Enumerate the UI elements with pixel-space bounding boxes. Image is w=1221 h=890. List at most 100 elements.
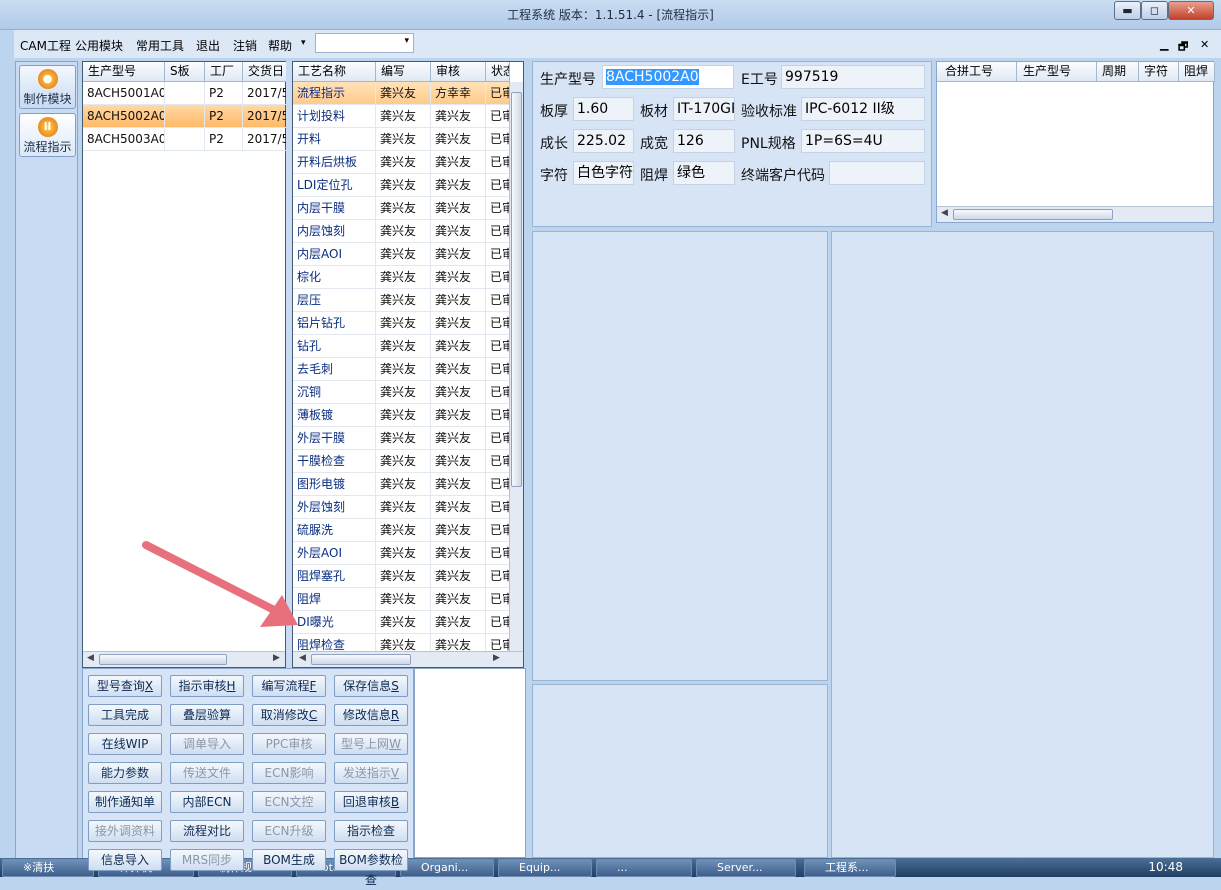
action-button[interactable]: 指示审核H: [170, 675, 244, 697]
table-row[interactable]: 图形电镀龚兴友龚兴友已审: [293, 473, 510, 496]
scroll-thumb[interactable]: [99, 654, 227, 665]
table-row[interactable]: 沉铜龚兴友龚兴友已审: [293, 381, 510, 404]
table-cell[interactable]: 2017/5: [243, 82, 287, 105]
table-cell[interactable]: 龚兴友: [376, 335, 431, 358]
table-cell[interactable]: 龚兴友: [431, 335, 486, 358]
table-cell[interactable]: 龚兴友: [376, 266, 431, 289]
table-cell[interactable]: 已审: [486, 611, 510, 634]
table-cell[interactable]: 图形电镀: [293, 473, 376, 496]
table-cell[interactable]: 8ACH5002A0: [83, 105, 165, 128]
table-cell[interactable]: 2017/5: [243, 105, 287, 128]
table-cell[interactable]: 龚兴友: [431, 450, 486, 473]
table-cell[interactable]: 龚兴友: [431, 565, 486, 588]
action-button[interactable]: 编写流程F: [252, 675, 326, 697]
chevron-down-icon[interactable]: ▾: [301, 38, 306, 48]
table-cell[interactable]: 龚兴友: [431, 519, 486, 542]
table-row[interactable]: 薄板镀龚兴友龚兴友已审: [293, 404, 510, 427]
table-cell[interactable]: 龚兴友: [431, 312, 486, 335]
vertical-scrollbar[interactable]: [509, 82, 523, 651]
taskbar-item[interactable]: 工程系...: [804, 859, 896, 877]
table-row[interactable]: 内层蚀刻龚兴友龚兴友已审: [293, 220, 510, 243]
table-cell[interactable]: 已审: [486, 519, 510, 542]
scroll-thumb[interactable]: [311, 654, 411, 665]
action-button[interactable]: ECN影响: [252, 762, 326, 784]
material-field[interactable]: IT-170GRA1: [673, 97, 735, 121]
table-cell[interactable]: 层压: [293, 289, 376, 312]
table-cell[interactable]: 龚兴友: [376, 588, 431, 611]
table-row[interactable]: 阻焊龚兴友龚兴友已审: [293, 588, 510, 611]
table-row[interactable]: 计划投料龚兴友龚兴友已审: [293, 105, 510, 128]
taskbar-item[interactable]: Server...: [696, 859, 796, 877]
action-button[interactable]: ECN升级: [252, 820, 326, 842]
table-cell[interactable]: 龚兴友: [376, 220, 431, 243]
table-cell[interactable]: 龚兴友: [376, 358, 431, 381]
scroll-thumb[interactable]: [953, 209, 1113, 220]
table-cell[interactable]: 龚兴友: [431, 220, 486, 243]
table-cell[interactable]: [165, 128, 205, 151]
table-cell[interactable]: 龚兴友: [376, 105, 431, 128]
table-cell[interactable]: 龚兴友: [376, 427, 431, 450]
action-button[interactable]: 取消修改C: [252, 704, 326, 726]
table-cell[interactable]: 已审: [486, 335, 510, 358]
table-cell[interactable]: 已审: [486, 565, 510, 588]
table-row[interactable]: 内层干膜龚兴友龚兴友已审: [293, 197, 510, 220]
mdi-close-button[interactable]: ✕: [1200, 38, 1209, 51]
action-button[interactable]: 型号查询X: [88, 675, 162, 697]
table-row[interactable]: 8ACH5003A0 P2 2017/5: [83, 128, 287, 151]
table-cell[interactable]: 2017/5: [243, 128, 287, 151]
action-button[interactable]: 发送指示V: [334, 762, 408, 784]
table-cell[interactable]: 龚兴友: [376, 404, 431, 427]
menu-logout[interactable]: 注销: [233, 37, 257, 54]
taskbar-item[interactable]: ...: [596, 859, 692, 877]
table-row[interactable]: LDI定位孔龚兴友龚兴友已审: [293, 174, 510, 197]
close-button[interactable]: ✕: [1168, 1, 1214, 20]
pnl-field[interactable]: 1P=6S=4U: [801, 129, 925, 153]
action-button[interactable]: 流程对比: [170, 820, 244, 842]
table-cell[interactable]: 铝片钻孔: [293, 312, 376, 335]
menu-common-modules[interactable]: 公用模块: [75, 37, 123, 54]
table-cell[interactable]: [165, 105, 205, 128]
table-cell[interactable]: P2: [205, 105, 243, 128]
table-cell[interactable]: 已审: [486, 82, 510, 105]
table-cell[interactable]: 已审: [486, 496, 510, 519]
taskbar-item[interactable]: ※清扶: [2, 859, 94, 877]
eno-field[interactable]: 997519: [781, 65, 925, 89]
action-button[interactable]: 调单导入: [170, 733, 244, 755]
action-button[interactable]: BOM生成: [252, 849, 326, 871]
table-cell[interactable]: 龚兴友: [431, 381, 486, 404]
nav-process-instruction[interactable]: ll 流程指示: [19, 113, 76, 157]
table-cell[interactable]: 已审: [486, 174, 510, 197]
action-button[interactable]: 制作通知单: [88, 791, 162, 813]
table-cell[interactable]: 龚兴友: [376, 289, 431, 312]
table-row[interactable]: 棕化龚兴友龚兴友已审: [293, 266, 510, 289]
col-header[interactable]: 生产型号: [1017, 62, 1097, 82]
action-button[interactable]: 回退审核B: [334, 791, 408, 813]
col-header[interactable]: 交货日: [243, 62, 287, 82]
col-header[interactable]: 合拼工号: [937, 62, 1017, 82]
table-cell[interactable]: 龚兴友: [431, 588, 486, 611]
table-cell[interactable]: 薄板镀: [293, 404, 376, 427]
col-header[interactable]: 工厂: [205, 62, 243, 82]
table-cell[interactable]: 龚兴友: [376, 565, 431, 588]
arrow-left-icon[interactable]: ◀: [299, 653, 306, 663]
table-cell[interactable]: 开料后烘板: [293, 151, 376, 174]
table-cell[interactable]: 外层蚀刻: [293, 496, 376, 519]
action-button[interactable]: 指示检查: [334, 820, 408, 842]
table-cell[interactable]: 沉铜: [293, 381, 376, 404]
length-field[interactable]: 225.02: [573, 129, 634, 153]
table-cell[interactable]: 龚兴友: [431, 105, 486, 128]
horizontal-scrollbar[interactable]: ◀: [937, 206, 1213, 222]
table-row[interactable]: 去毛刺龚兴友龚兴友已审: [293, 358, 510, 381]
action-button[interactable]: 型号上网W: [334, 733, 408, 755]
arrow-right-icon[interactable]: ▶: [273, 653, 280, 663]
table-cell[interactable]: 已审: [486, 243, 510, 266]
action-button[interactable]: 叠层验算: [170, 704, 244, 726]
table-row[interactable]: 流程指示龚兴友方幸幸已审: [293, 82, 510, 105]
table-cell[interactable]: 龚兴友: [376, 197, 431, 220]
action-button[interactable]: 保存信息S: [334, 675, 408, 697]
nav-make-module[interactable]: ● 制作模块: [19, 65, 76, 109]
table-cell[interactable]: 龚兴友: [376, 151, 431, 174]
table-cell[interactable]: 龚兴友: [431, 427, 486, 450]
table-cell[interactable]: 龚兴友: [431, 611, 486, 634]
table-cell[interactable]: 8ACH5001A0: [83, 82, 165, 105]
